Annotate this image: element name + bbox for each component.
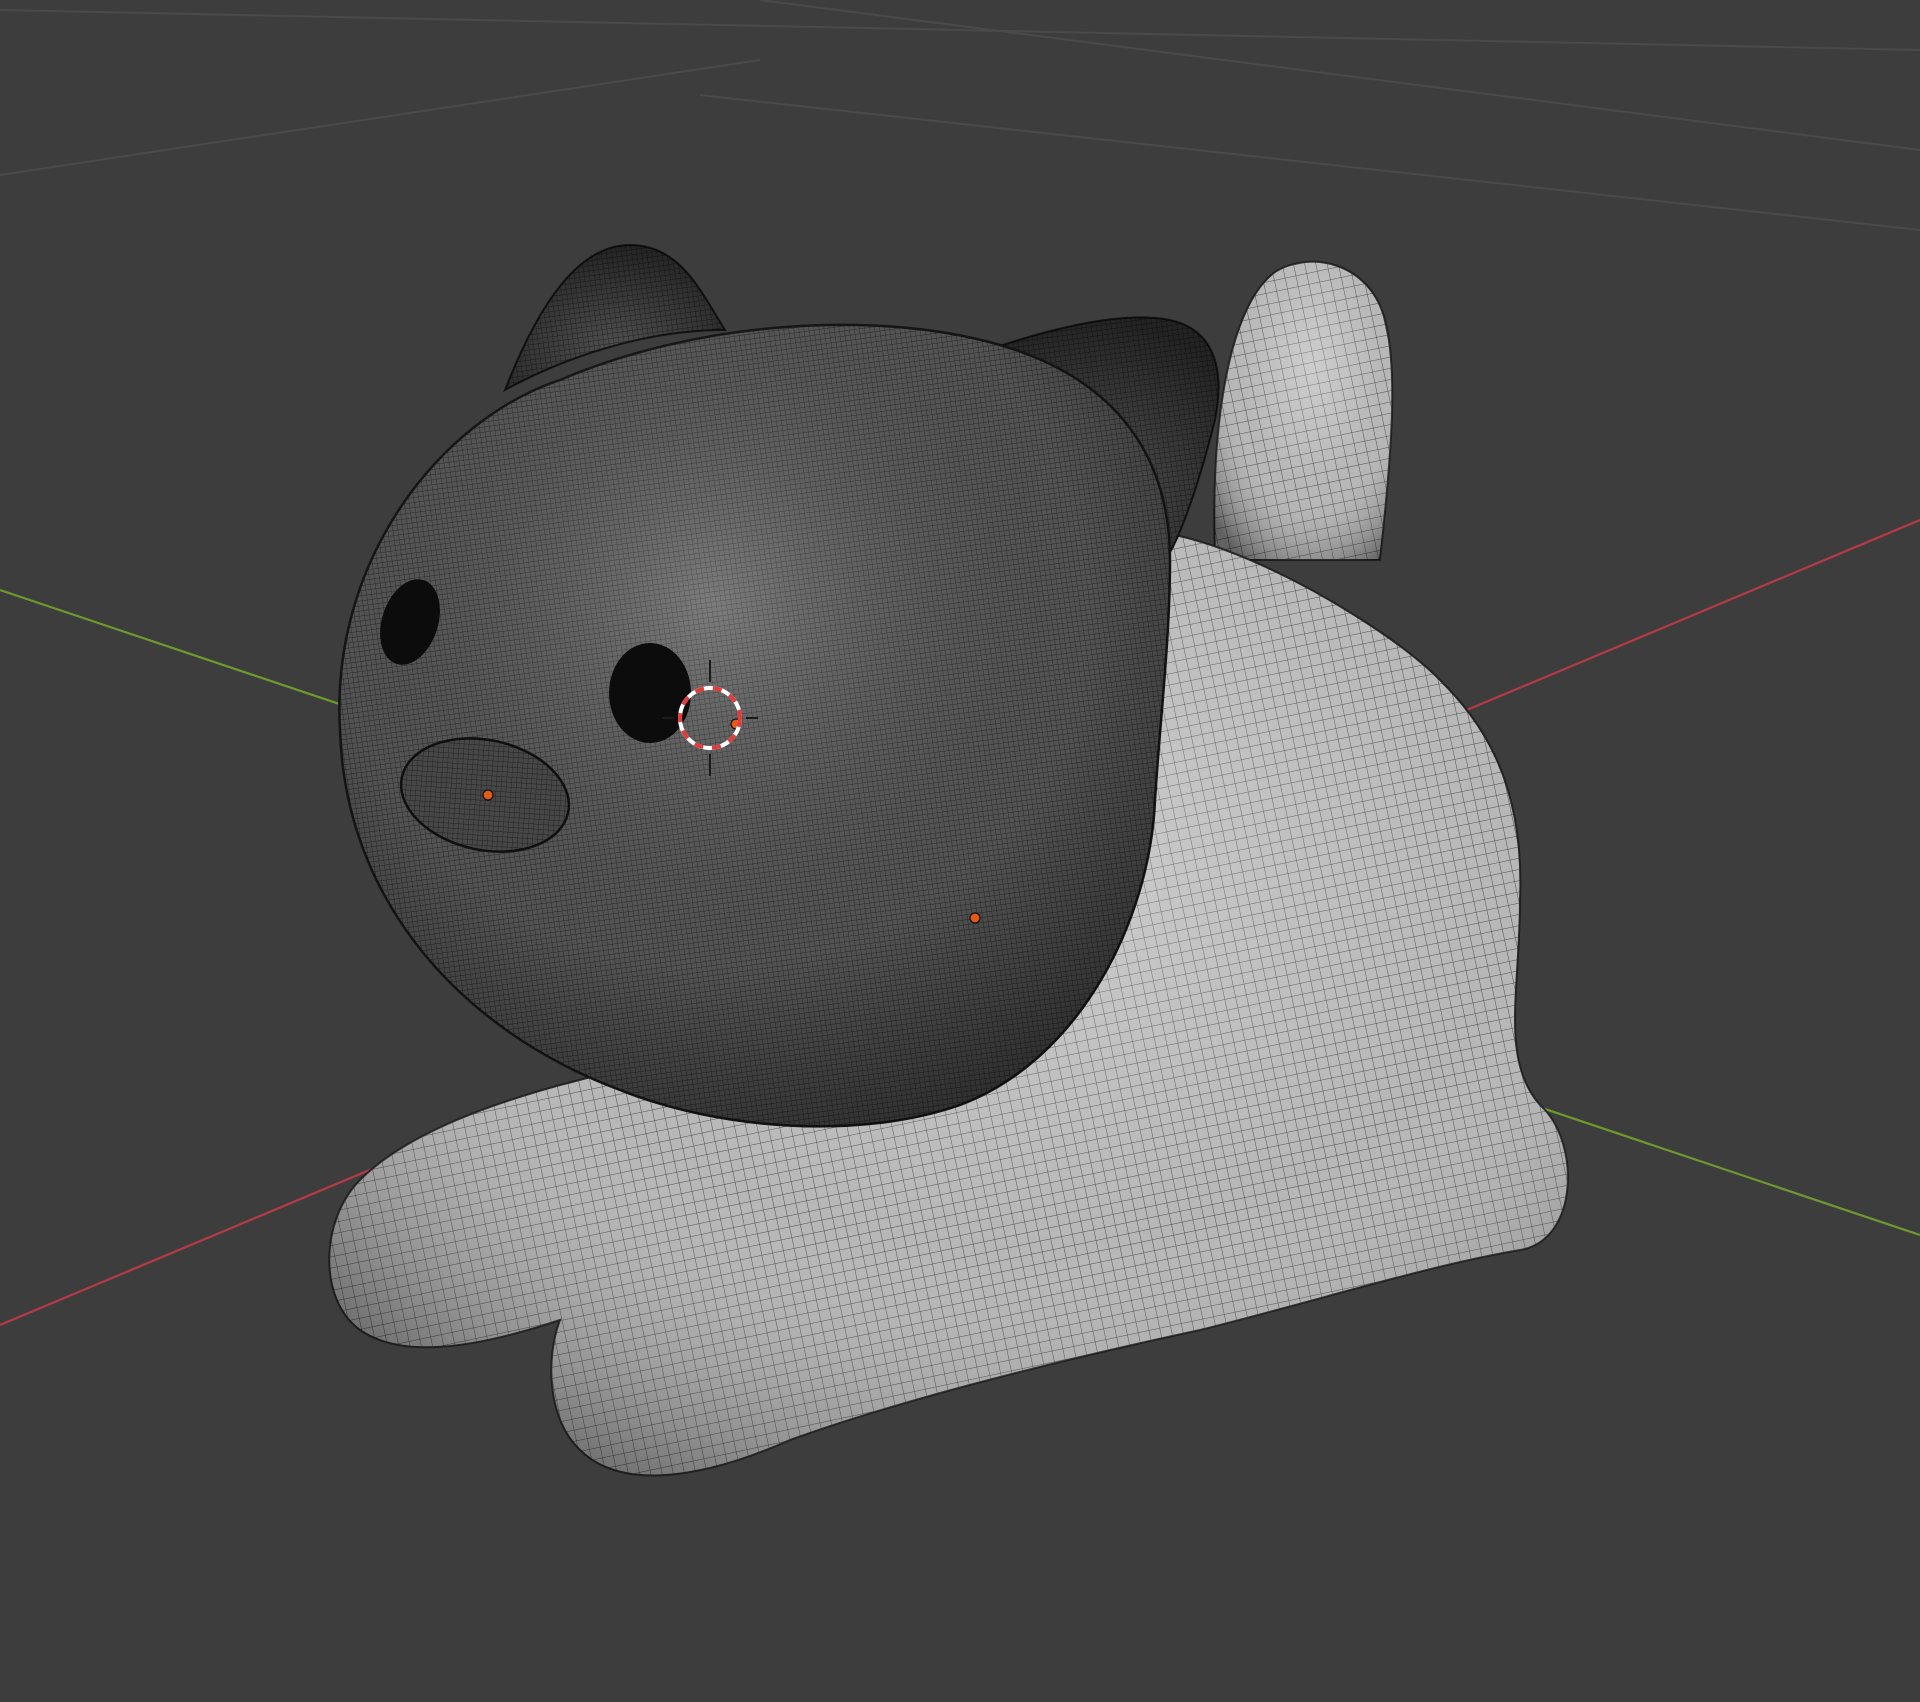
cat-mesh[interactable] (328, 243, 1569, 1477)
floor-grid (0, 0, 1920, 231)
cat-eye-right (609, 643, 691, 743)
3d-viewport[interactable] (0, 0, 1920, 1702)
viewport-canvas[interactable] (0, 0, 1920, 1702)
